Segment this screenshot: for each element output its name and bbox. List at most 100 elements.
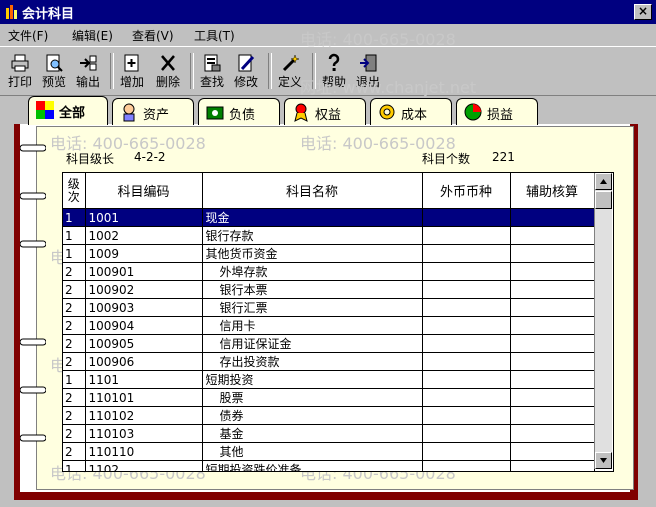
row-name-cell[interactable]: 股票 xyxy=(202,388,423,407)
close-button[interactable]: × xyxy=(634,4,652,20)
row-level-cell[interactable]: 2 xyxy=(63,316,86,335)
row-aux-cell[interactable] xyxy=(510,424,595,443)
row-code-cell[interactable]: 1002 xyxy=(85,226,203,245)
header-code[interactable]: 科目编码 xyxy=(85,173,203,209)
row-code-cell[interactable]: 1001 xyxy=(85,208,203,227)
menu-view[interactable]: 查看(V) xyxy=(132,27,174,44)
tab-profit-loss[interactable]: 损益 xyxy=(456,98,538,125)
tab-assets[interactable]: 资产 xyxy=(112,98,194,125)
row-name-cell[interactable]: 基金 xyxy=(202,424,423,443)
row-currency-cell[interactable] xyxy=(422,244,511,263)
row-level-cell[interactable]: 1 xyxy=(63,460,86,471)
table-row[interactable]: 2 110110 其他 xyxy=(63,442,595,461)
row-name-cell[interactable]: 银行汇票 xyxy=(202,298,423,317)
menu-edit[interactable]: 编辑(E) xyxy=(72,27,113,44)
tab-cost[interactable]: 成本 xyxy=(370,98,452,125)
table-row[interactable]: 2 100901 外埠存款 xyxy=(63,262,595,281)
row-name-cell[interactable]: 银行存款 xyxy=(202,226,423,245)
table-row[interactable]: 2 110103 基金 xyxy=(63,424,595,443)
row-aux-cell[interactable] xyxy=(510,280,595,299)
table-row[interactable]: 2 100904 信用卡 xyxy=(63,316,595,335)
row-aux-cell[interactable] xyxy=(510,226,595,245)
row-code-cell[interactable]: 1102 xyxy=(85,460,203,471)
menu-file[interactable]: 文件(F) xyxy=(8,27,48,44)
row-name-cell[interactable]: 外埠存款 xyxy=(202,262,423,281)
row-level-cell[interactable]: 1 xyxy=(63,370,86,389)
table-row[interactable]: 1 1101 短期投资 xyxy=(63,370,595,389)
row-aux-cell[interactable] xyxy=(510,316,595,335)
row-currency-cell[interactable] xyxy=(422,388,511,407)
row-level-cell[interactable]: 2 xyxy=(63,424,86,443)
row-name-cell[interactable]: 其他货币资金 xyxy=(202,244,423,263)
edit-button[interactable]: 修改 xyxy=(230,51,262,91)
row-aux-cell[interactable] xyxy=(510,352,595,371)
row-currency-cell[interactable] xyxy=(422,442,511,461)
table-row[interactable]: 2 110101 股票 xyxy=(63,388,595,407)
row-currency-cell[interactable] xyxy=(422,262,511,281)
tab-all[interactable]: 全部 xyxy=(28,96,108,125)
row-code-cell[interactable]: 100901 xyxy=(85,262,203,281)
header-name[interactable]: 科目名称 xyxy=(202,173,423,209)
scroll-down-button[interactable] xyxy=(595,452,612,469)
row-code-cell[interactable]: 100905 xyxy=(85,334,203,353)
row-aux-cell[interactable] xyxy=(510,208,595,227)
row-name-cell[interactable]: 债券 xyxy=(202,406,423,425)
row-level-cell[interactable]: 2 xyxy=(63,352,86,371)
add-button[interactable]: 增加 xyxy=(116,51,148,91)
row-name-cell[interactable]: 短期投资 xyxy=(202,370,423,389)
table-row[interactable]: 2 110102 债券 xyxy=(63,406,595,425)
row-code-cell[interactable]: 110103 xyxy=(85,424,203,443)
table-row[interactable]: 1 1001 现金 xyxy=(63,208,595,227)
row-currency-cell[interactable] xyxy=(422,298,511,317)
row-currency-cell[interactable] xyxy=(422,370,511,389)
table-row[interactable]: 2 100903 银行汇票 xyxy=(63,298,595,317)
define-button[interactable]: 定义 xyxy=(274,51,306,91)
row-level-cell[interactable]: 1 xyxy=(63,208,86,227)
row-level-cell[interactable]: 1 xyxy=(63,244,86,263)
row-code-cell[interactable]: 110102 xyxy=(85,406,203,425)
header-currency[interactable]: 外币币种 xyxy=(422,173,511,209)
delete-button[interactable]: 删除 xyxy=(152,51,184,91)
row-currency-cell[interactable] xyxy=(422,424,511,443)
row-currency-cell[interactable] xyxy=(422,406,511,425)
menu-tools[interactable]: 工具(T) xyxy=(194,27,235,44)
row-name-cell[interactable]: 银行本票 xyxy=(202,280,423,299)
find-button[interactable]: 查找 xyxy=(196,51,228,91)
row-currency-cell[interactable] xyxy=(422,280,511,299)
row-name-cell[interactable]: 短期投资跌价准备 xyxy=(202,460,423,471)
row-level-cell[interactable]: 1 xyxy=(63,226,86,245)
vertical-scrollbar[interactable] xyxy=(594,173,612,469)
tab-equity[interactable]: 权益 xyxy=(284,98,366,125)
row-aux-cell[interactable] xyxy=(510,460,595,471)
row-aux-cell[interactable] xyxy=(510,442,595,461)
row-currency-cell[interactable] xyxy=(422,460,511,471)
row-name-cell[interactable]: 信用卡 xyxy=(202,316,423,335)
row-aux-cell[interactable] xyxy=(510,262,595,281)
table-row[interactable]: 2 100902 银行本票 xyxy=(63,280,595,299)
row-currency-cell[interactable] xyxy=(422,208,511,227)
exit-button[interactable]: 退出 xyxy=(352,51,384,91)
row-code-cell[interactable]: 1009 xyxy=(85,244,203,263)
row-aux-cell[interactable] xyxy=(510,370,595,389)
row-level-cell[interactable]: 2 xyxy=(63,280,86,299)
row-code-cell[interactable]: 110110 xyxy=(85,442,203,461)
print-button[interactable]: 打印 xyxy=(4,51,36,91)
scroll-thumb[interactable] xyxy=(595,191,612,209)
row-name-cell[interactable]: 现金 xyxy=(202,208,423,227)
row-aux-cell[interactable] xyxy=(510,406,595,425)
table-row[interactable]: 2 100906 存出投资款 xyxy=(63,352,595,371)
row-currency-cell[interactable] xyxy=(422,226,511,245)
row-name-cell[interactable]: 存出投资款 xyxy=(202,352,423,371)
row-name-cell[interactable]: 信用证保证金 xyxy=(202,334,423,353)
header-aux[interactable]: 辅助核算 xyxy=(510,173,595,209)
row-aux-cell[interactable] xyxy=(510,388,595,407)
row-code-cell[interactable]: 100904 xyxy=(85,316,203,335)
row-currency-cell[interactable] xyxy=(422,352,511,371)
row-level-cell[interactable]: 2 xyxy=(63,334,86,353)
row-code-cell[interactable]: 100903 xyxy=(85,298,203,317)
row-aux-cell[interactable] xyxy=(510,298,595,317)
row-level-cell[interactable]: 2 xyxy=(63,442,86,461)
row-aux-cell[interactable] xyxy=(510,334,595,353)
row-code-cell[interactable]: 110101 xyxy=(85,388,203,407)
row-aux-cell[interactable] xyxy=(510,244,595,263)
